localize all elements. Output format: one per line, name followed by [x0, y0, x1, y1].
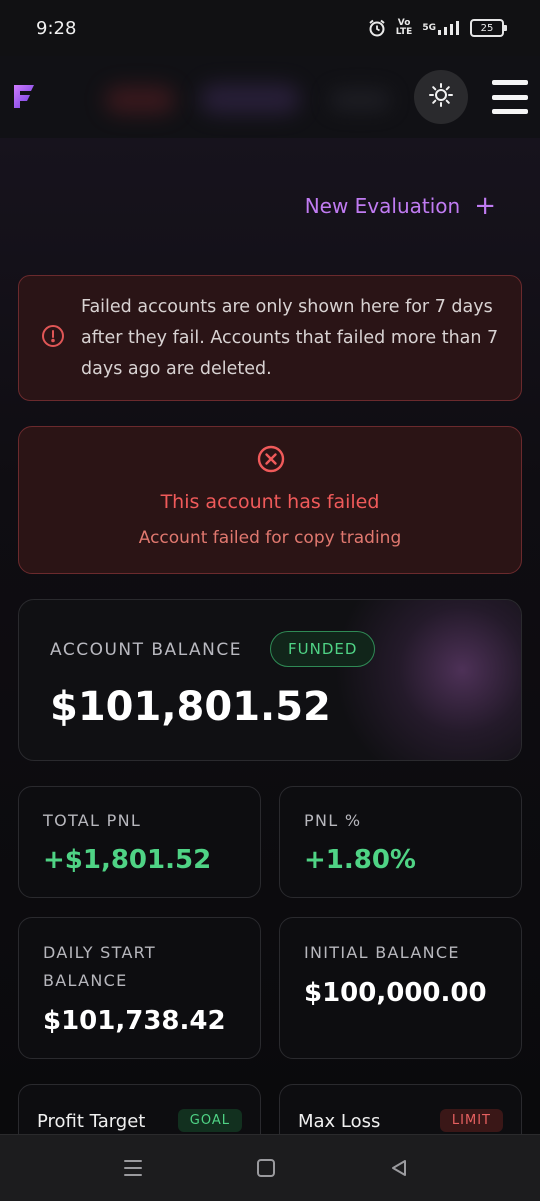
status-icons: Vo LTE 5G 25	[368, 18, 507, 37]
alarm-icon	[368, 19, 386, 37]
failure-subtitle: Account failed for copy trading	[138, 528, 402, 548]
brand-logo[interactable]	[10, 82, 38, 110]
account-failed-card: This account has failed Account failed f…	[18, 426, 522, 574]
recent-apps-button[interactable]	[120, 1155, 146, 1181]
daily-start-label-line1: DAILY START	[43, 943, 157, 962]
home-button[interactable]	[253, 1155, 279, 1181]
status-time: 9:28	[36, 17, 77, 39]
initial-balance-value: $100,000.00	[304, 978, 487, 1008]
hamburger-menu-button[interactable]	[492, 80, 528, 114]
total-pnl-value: +$1,801.52	[43, 845, 212, 875]
blurred-content	[105, 86, 175, 114]
blurred-content	[200, 84, 300, 114]
new-evaluation-label: New Evaluation	[304, 194, 461, 218]
failure-title: This account has failed	[160, 491, 380, 513]
max-loss-card: Max Loss LIMIT	[279, 1084, 522, 1134]
x-circle-icon	[257, 445, 285, 477]
balance-value: $101,801.52	[50, 684, 331, 730]
profit-target-label: Profit Target	[37, 1111, 146, 1132]
pnl-percent-label: PNL %	[304, 811, 362, 830]
theme-toggle-button[interactable]	[414, 70, 468, 124]
notice-text: Failed accounts are only shown here for …	[81, 296, 499, 379]
initial-balance-label: INITIAL BALANCE	[304, 943, 460, 962]
sun-icon	[428, 82, 454, 112]
funded-badge: FUNDED	[270, 631, 376, 667]
plus-icon: +	[474, 191, 496, 221]
alert-circle-icon	[41, 324, 65, 352]
app-header	[0, 56, 540, 139]
new-evaluation-button[interactable]: New Evaluation +	[304, 191, 496, 221]
decorative-glow	[319, 600, 521, 760]
limit-tag: LIMIT	[439, 1109, 503, 1132]
battery-level: 25	[480, 22, 494, 34]
menu-bar	[492, 80, 528, 85]
daily-start-balance-card: DAILY START BALANCE $101,738.42	[18, 917, 261, 1059]
daily-start-label-line2: BALANCE	[43, 971, 128, 990]
pnl-percent-card: PNL % +1.80%	[279, 786, 522, 898]
total-pnl-card: TOTAL PNL +$1,801.52	[18, 786, 261, 898]
max-loss-label: Max Loss	[298, 1111, 381, 1132]
main-content: New Evaluation + Failed accounts are onl…	[0, 138, 540, 1134]
account-balance-card: ACCOUNT BALANCE FUNDED $101,801.52	[18, 599, 522, 761]
total-pnl-label: TOTAL PNL	[43, 811, 142, 830]
failed-accounts-notice: Failed accounts are only shown here for …	[18, 275, 522, 401]
goal-tag: GOAL	[177, 1109, 242, 1132]
profit-target-card: Profit Target GOAL	[18, 1084, 261, 1134]
blurred-content	[330, 90, 390, 110]
signal-icon: 5G	[422, 21, 460, 35]
system-navigation-bar	[0, 1134, 540, 1201]
menu-bar	[492, 94, 528, 100]
battery-icon: 25	[470, 19, 507, 37]
initial-balance-card: INITIAL BALANCE $100,000.00	[279, 917, 522, 1059]
balance-label: ACCOUNT BALANCE	[50, 640, 243, 660]
pnl-percent-value: +1.80%	[304, 845, 416, 875]
status-bar: 9:28 Vo LTE 5G 25	[0, 0, 540, 56]
menu-bar	[492, 109, 528, 114]
daily-start-value: $101,738.42	[43, 1006, 226, 1036]
back-button[interactable]	[386, 1155, 412, 1181]
volte-icon: Vo LTE	[395, 18, 413, 37]
